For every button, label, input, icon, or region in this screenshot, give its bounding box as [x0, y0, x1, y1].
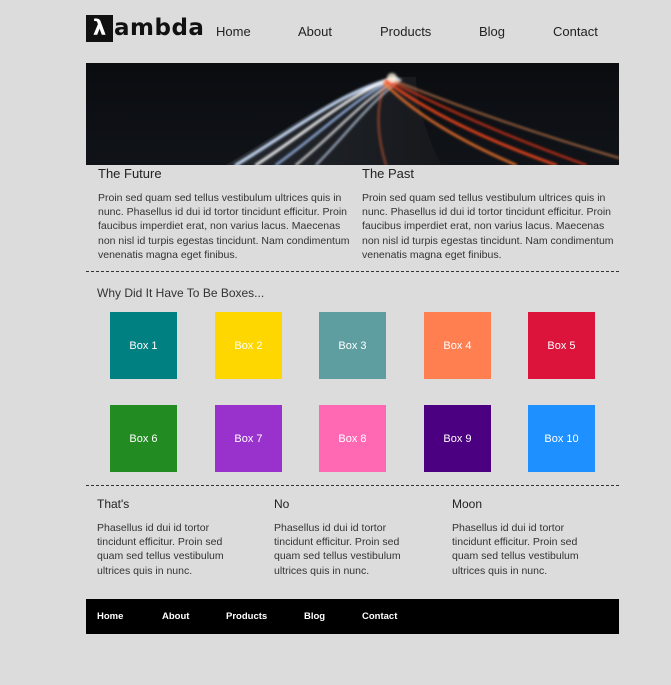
- logo-text: ambda: [114, 15, 205, 41]
- box-9: Box 9: [424, 405, 491, 472]
- boxes-section-title: Why Did It Have To Be Boxes...: [97, 286, 265, 300]
- section-divider: [86, 485, 619, 486]
- box-2: Box 2: [215, 312, 282, 379]
- box-label: Box 10: [544, 432, 579, 445]
- footer-link-blog[interactable]: Blog: [304, 611, 325, 622]
- nav-link-home[interactable]: Home: [216, 24, 251, 39]
- box-label: Box 2: [234, 339, 263, 352]
- bottom-column-thats: That's Phasellus id dui id tortor tincid…: [97, 497, 247, 578]
- footer-link-home[interactable]: Home: [97, 611, 123, 622]
- nav-link-about[interactable]: About: [298, 24, 332, 39]
- box-label: Box 5: [547, 339, 576, 352]
- bottom-column-text: Phasellus id dui id tortor tincidunt eff…: [274, 522, 401, 577]
- hero-image: [86, 63, 619, 165]
- footer-link-contact[interactable]: Contact: [362, 611, 397, 622]
- bottom-column-title: That's: [97, 497, 130, 511]
- column-title: The Past: [362, 166, 415, 181]
- box-4: Box 4: [424, 312, 491, 379]
- page: λ ambda Home About Products Blog Contact: [86, 0, 619, 634]
- box-label: Box 3: [338, 339, 367, 352]
- box-10: Box 10: [528, 405, 595, 472]
- box-label: Box 8: [338, 432, 367, 445]
- box-1: Box 1: [110, 312, 177, 379]
- highway-light-trails-image: [86, 63, 619, 165]
- footer: Home About Products Blog Contact: [86, 599, 619, 634]
- footer-link-products[interactable]: Products: [226, 611, 267, 622]
- bottom-column-title: No: [274, 497, 290, 511]
- nav-link-contact[interactable]: Contact: [553, 24, 598, 39]
- nav-link-blog[interactable]: Blog: [479, 24, 505, 39]
- column-future: The Future Proin sed quam sed tellus ves…: [98, 165, 350, 262]
- box-label: Box 7: [234, 432, 263, 445]
- box-3: Box 3: [319, 312, 386, 379]
- logo[interactable]: λ ambda: [86, 13, 204, 43]
- bottom-column-text: Phasellus id dui id tortor tincidunt eff…: [452, 522, 579, 577]
- box-7: Box 7: [215, 405, 282, 472]
- box-8: Box 8: [319, 405, 386, 472]
- bottom-column-moon: Moon Phasellus id dui id tortor tincidun…: [452, 497, 602, 578]
- bottom-column-title: Moon: [452, 497, 483, 511]
- bottom-column-text: Phasellus id dui id tortor tincidunt eff…: [97, 522, 224, 577]
- section-divider: [86, 271, 619, 272]
- lambda-logo-icon: λ: [86, 14, 113, 42]
- nav-link-products[interactable]: Products: [380, 24, 431, 39]
- box-label: Box 4: [443, 339, 472, 352]
- column-past: The Past Proin sed quam sed tellus vesti…: [362, 165, 614, 262]
- box-5: Box 5: [528, 312, 595, 379]
- box-label: Box 1: [129, 339, 158, 352]
- box-label: Box 6: [129, 432, 158, 445]
- column-text: Proin sed quam sed tellus vestibulum ult…: [98, 192, 350, 261]
- header: λ ambda Home About Products Blog Contact: [86, 0, 619, 63]
- column-title: The Future: [98, 166, 162, 181]
- bottom-column-no: No Phasellus id dui id tortor tincidunt …: [274, 497, 424, 578]
- column-text: Proin sed quam sed tellus vestibulum ult…: [362, 192, 614, 261]
- box-label: Box 9: [443, 432, 472, 445]
- box-6: Box 6: [110, 405, 177, 472]
- footer-link-about[interactable]: About: [162, 611, 189, 622]
